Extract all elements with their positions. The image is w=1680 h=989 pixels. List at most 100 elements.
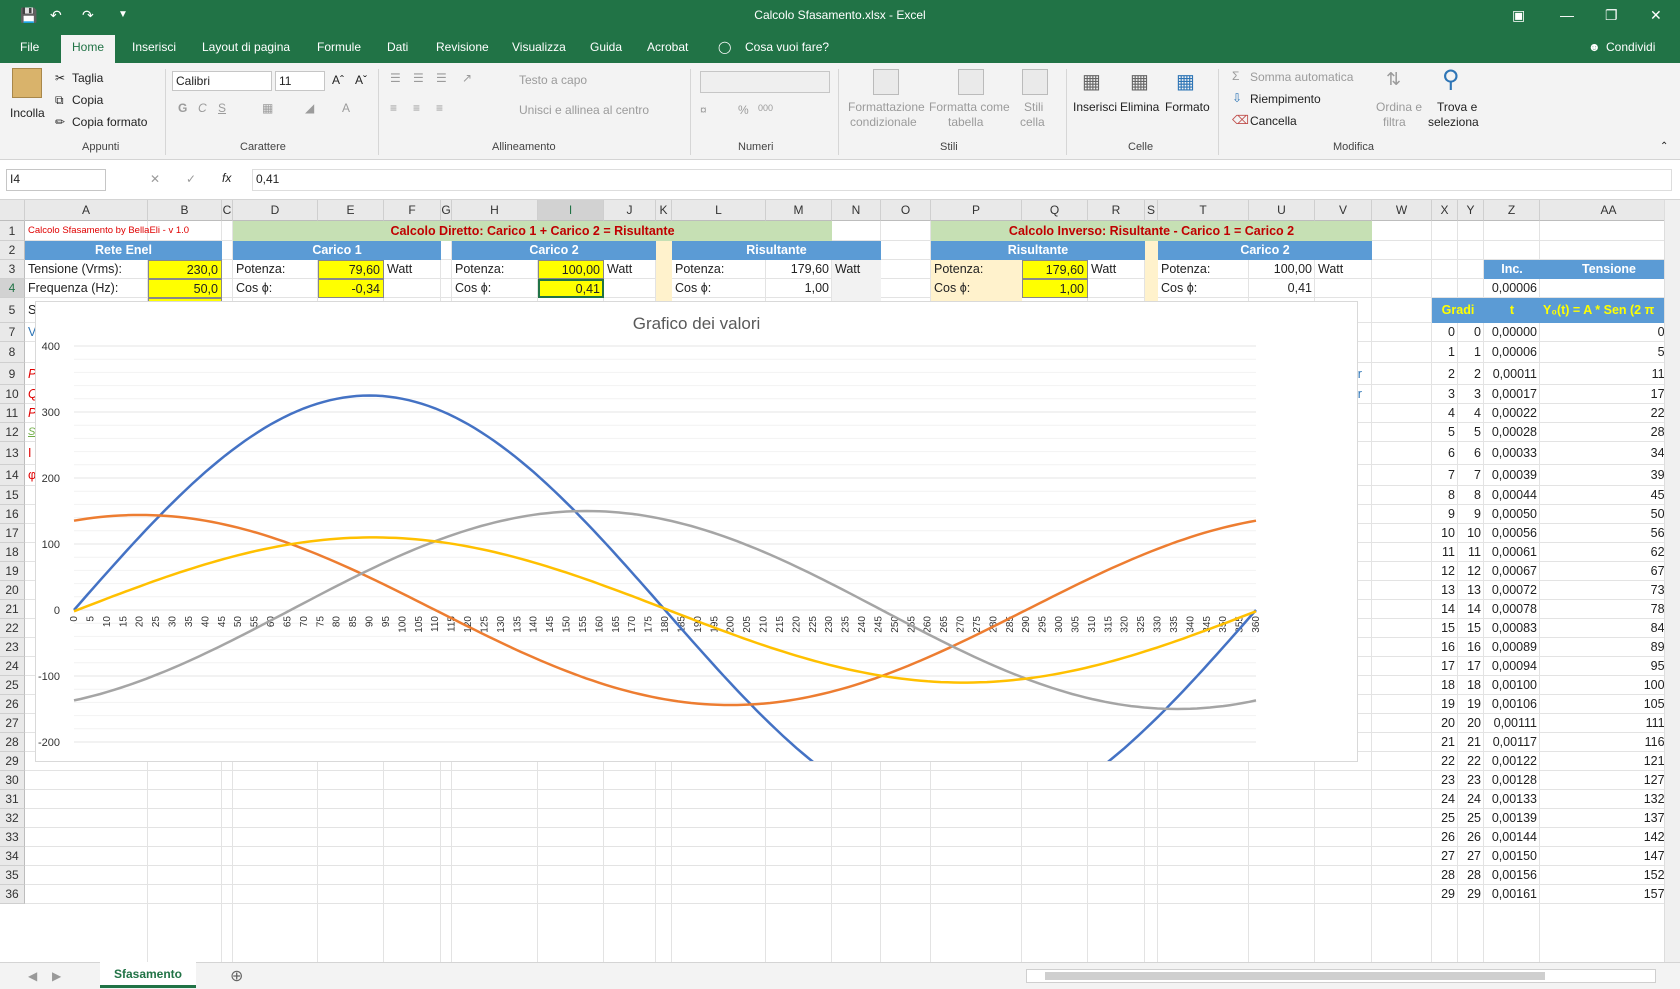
- cell-26-27[interactable]: 121,8: [1540, 752, 1664, 771]
- column-header-w[interactable]: W: [1372, 200, 1432, 221]
- cell-16-3[interactable]: 1,00: [1022, 279, 1088, 298]
- cell-26-28[interactable]: 127,0: [1540, 771, 1664, 790]
- format-table-button[interactable]: Formatta come: [929, 100, 1010, 114]
- shrink-font-icon[interactable]: Aˇ: [355, 73, 367, 87]
- cell-25-13[interactable]: 0,00044: [1484, 486, 1540, 505]
- cell-23-18[interactable]: 13: [1432, 581, 1458, 600]
- copy-button[interactable]: Copia: [72, 93, 103, 107]
- cell-3-1[interactable]: Carico 1: [233, 241, 441, 260]
- row-header-7[interactable]: 7: [0, 323, 25, 342]
- row-header-27[interactable]: 27: [0, 714, 25, 733]
- horizontal-scrollbar[interactable]: [1026, 969, 1656, 983]
- cell-24-5[interactable]: 0: [1458, 323, 1484, 342]
- find-icon[interactable]: ⚲: [1442, 65, 1460, 94]
- row-header-29[interactable]: 29: [0, 752, 25, 771]
- cell-23-14[interactable]: 9: [1432, 505, 1458, 524]
- font-name-select[interactable]: Calibri: [172, 71, 272, 91]
- row-header-34[interactable]: 34: [0, 847, 25, 866]
- cell-26-21[interactable]: 89,6: [1540, 638, 1664, 657]
- column-header-s[interactable]: S: [1145, 200, 1158, 221]
- cell-23-13[interactable]: 8: [1432, 486, 1458, 505]
- paste-button[interactable]: Incolla: [10, 106, 45, 120]
- cell-25-29[interactable]: 0,00133: [1484, 790, 1540, 809]
- cell-26-26[interactable]: 116,5: [1540, 733, 1664, 752]
- cell-25-9[interactable]: 0,00022: [1484, 404, 1540, 423]
- cell-26-4[interactable]: Y₀(t) = A * Sen (2 π: [1540, 298, 1664, 323]
- column-header-h[interactable]: H: [452, 200, 538, 221]
- row-header-4[interactable]: 4: [0, 279, 25, 298]
- cell-9-2[interactable]: Watt: [604, 260, 656, 279]
- cell-23-31[interactable]: 26: [1432, 828, 1458, 847]
- cell-25-22[interactable]: 0,00094: [1484, 657, 1540, 676]
- row-header-2[interactable]: 2: [0, 241, 25, 260]
- conditional-format-icon[interactable]: [873, 69, 899, 95]
- cell-19-1[interactable]: Carico 2: [1158, 241, 1372, 260]
- row-header-25[interactable]: 25: [0, 676, 25, 695]
- cell-26-22[interactable]: 95,0: [1540, 657, 1664, 676]
- cell-23-23[interactable]: 18: [1432, 676, 1458, 695]
- cell-25-28[interactable]: 0,00128: [1484, 771, 1540, 790]
- prev-sheet-icon[interactable]: ◀: [28, 969, 37, 983]
- format-cells-button[interactable]: Formato: [1165, 100, 1210, 114]
- cell-26-8[interactable]: 17,0: [1540, 385, 1664, 404]
- cell-26-20[interactable]: 84,1: [1540, 619, 1664, 638]
- row-header-16[interactable]: 16: [0, 505, 25, 524]
- cell-23-22[interactable]: 17: [1432, 657, 1458, 676]
- cell-25-16[interactable]: 0,00061: [1484, 543, 1540, 562]
- percent-button[interactable]: %: [738, 103, 749, 117]
- paste-icon[interactable]: [12, 68, 42, 98]
- chart[interactable]: Grafico dei valori 400 300 200 100 0 -100 -200…: [35, 301, 1358, 762]
- cell-26-14[interactable]: 50,8: [1540, 505, 1664, 524]
- insert-cells-icon[interactable]: ▦: [1082, 69, 1101, 94]
- row-header-8[interactable]: 8: [0, 342, 25, 363]
- cell-23-12[interactable]: 7: [1432, 465, 1458, 486]
- cell-11-3[interactable]: Cos ϕ:: [672, 279, 766, 298]
- cell-25-11[interactable]: 0,00033: [1484, 442, 1540, 465]
- cut-button[interactable]: Taglia: [72, 71, 103, 85]
- cell-25-21[interactable]: 0,00089: [1484, 638, 1540, 657]
- cell-23-25[interactable]: 20: [1432, 714, 1458, 733]
- cell-23-32[interactable]: 27: [1432, 847, 1458, 866]
- cell-24-10[interactable]: 5: [1458, 423, 1484, 442]
- series-line-1[interactable]: [73, 394, 1257, 762]
- row-header-36[interactable]: 36: [0, 885, 25, 904]
- cell-7-3[interactable]: Cos ϕ:: [452, 279, 538, 298]
- column-header-a[interactable]: A: [25, 200, 148, 221]
- cell-24-32[interactable]: 27: [1458, 847, 1484, 866]
- row-header-22[interactable]: 22: [0, 619, 25, 638]
- cell-25-18[interactable]: 0,00072: [1484, 581, 1540, 600]
- cell-7-1[interactable]: Carico 2: [452, 241, 656, 260]
- cell-16-2[interactable]: 179,60: [1022, 260, 1088, 279]
- confirm-entry-icon[interactable]: ✓: [186, 172, 196, 186]
- cell-23-34[interactable]: 29: [1432, 885, 1458, 904]
- tab-acrobat[interactable]: Acrobat: [647, 40, 688, 54]
- font-size-select[interactable]: 11: [275, 71, 325, 91]
- insert-cells-button[interactable]: Inserisci: [1073, 100, 1117, 114]
- cell-25-5[interactable]: 0,00000: [1484, 323, 1540, 342]
- cell-4-3[interactable]: -0,34: [318, 279, 384, 298]
- sort-filter-button[interactable]: Ordina e: [1376, 100, 1422, 114]
- row-header-23[interactable]: 23: [0, 638, 25, 657]
- column-header-m[interactable]: M: [766, 200, 832, 221]
- cell-25-10[interactable]: 0,00028: [1484, 423, 1540, 442]
- cell-7-2[interactable]: Potenza:: [452, 260, 538, 279]
- copy-icon[interactable]: ⧉: [55, 93, 64, 108]
- tab-revisione[interactable]: Revisione: [436, 40, 489, 54]
- cell-26-7[interactable]: 11,3: [1540, 363, 1664, 385]
- cell-25-12[interactable]: 0,00039: [1484, 465, 1540, 486]
- fill-button[interactable]: Riempimento: [1250, 92, 1321, 106]
- column-header-r[interactable]: R: [1088, 200, 1145, 221]
- row-header-31[interactable]: 31: [0, 790, 25, 809]
- cell-24-23[interactable]: 18: [1458, 676, 1484, 695]
- font-color-icon[interactable]: A: [342, 101, 350, 115]
- cell-26-34[interactable]: 157,6: [1540, 885, 1664, 904]
- cell-24-9[interactable]: 4: [1458, 404, 1484, 423]
- cell-26-18[interactable]: 73,1: [1540, 581, 1664, 600]
- cell-25-24[interactable]: 0,00106: [1484, 695, 1540, 714]
- cell-15-2[interactable]: Potenza:: [931, 260, 1022, 279]
- align-right-icon[interactable]: ≡: [436, 101, 443, 115]
- restore-icon[interactable]: ❐: [1605, 6, 1618, 24]
- row-header-20[interactable]: 20: [0, 581, 25, 600]
- cell-25-31[interactable]: 0,00144: [1484, 828, 1540, 847]
- column-header-x[interactable]: X: [1432, 200, 1458, 221]
